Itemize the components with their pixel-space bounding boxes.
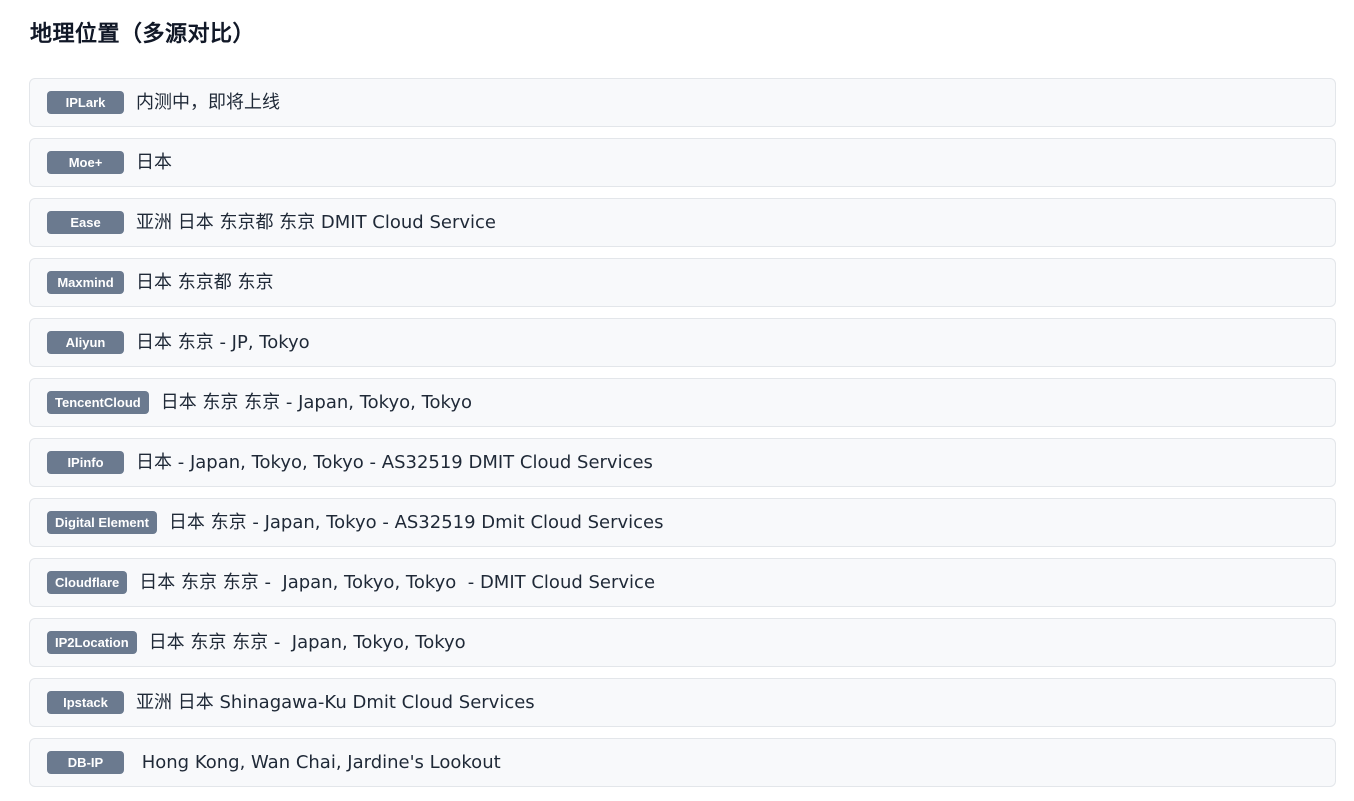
source-badge: Maxmind	[47, 271, 124, 294]
source-row-moe: Moe+ 日本	[29, 138, 1336, 187]
source-badge: TencentCloud	[47, 391, 149, 414]
location-value: 亚洲 日本 东京都 东京 DMIT Cloud Service	[136, 211, 496, 233]
geo-comparison-page: 地理位置（多源对比） IPLark 内测中，即将上线 Moe+ 日本 Ease …	[0, 0, 1354, 801]
location-value: 日本 东京都 东京	[136, 271, 274, 293]
location-value: 亚洲 日本 Shinagawa-Ku Dmit Cloud Services	[136, 691, 535, 713]
location-value: 日本 东京 - Japan, Tokyo - AS32519 Dmit Clou…	[168, 511, 664, 533]
source-row-ip2location: IP2Location 日本 东京 东京 - Japan, Tokyo, Tok…	[29, 618, 1336, 667]
location-value: 日本	[136, 151, 172, 173]
location-value: 日本 东京 - JP, Tokyo	[136, 331, 310, 353]
source-badge: IPLark	[47, 91, 124, 114]
location-value: 日本 东京 东京 - Japan, Tokyo, Tokyo - DMIT Cl…	[139, 571, 656, 593]
location-value: Hong Kong, Wan Chai, Jardine's Lookout	[136, 751, 501, 773]
source-badge: Aliyun	[47, 331, 124, 354]
source-row-db-ip: DB-IP Hong Kong, Wan Chai, Jardine's Loo…	[29, 738, 1336, 787]
location-value: 日本 - Japan, Tokyo, Tokyo - AS32519 DMIT …	[136, 451, 653, 473]
source-badge: Ipstack	[47, 691, 124, 714]
source-badge: Cloudflare	[47, 571, 128, 594]
source-badge: Ease	[47, 211, 124, 234]
location-value: 内测中，即将上线	[136, 91, 280, 113]
source-row-tencentcloud: TencentCloud 日本 东京 东京 - Japan, Tokyo, To…	[29, 378, 1336, 427]
source-badge: IP2Location	[47, 631, 137, 654]
page-title: 地理位置（多源对比）	[30, 22, 256, 47]
source-list: IPLark 内测中，即将上线 Moe+ 日本 Ease 亚洲 日本 东京都 东…	[29, 78, 1336, 798]
source-badge: DB-IP	[47, 751, 124, 774]
source-badge: IPinfo	[47, 451, 124, 474]
source-row-ipstack: Ipstack 亚洲 日本 Shinagawa-Ku Dmit Cloud Se…	[29, 678, 1336, 727]
source-row-digital-element: Digital Element 日本 东京 - Japan, Tokyo - A…	[29, 498, 1336, 547]
source-row-iplark: IPLark 内测中，即将上线	[29, 78, 1336, 127]
source-row-aliyun: Aliyun 日本 东京 - JP, Tokyo	[29, 318, 1336, 367]
location-value: 日本 东京 东京 - Japan, Tokyo, Tokyo	[148, 631, 466, 653]
source-row-cloudflare: Cloudflare 日本 东京 东京 - Japan, Tokyo, Toky…	[29, 558, 1336, 607]
source-row-ipinfo: IPinfo 日本 - Japan, Tokyo, Tokyo - AS3251…	[29, 438, 1336, 487]
source-row-ease: Ease 亚洲 日本 东京都 东京 DMIT Cloud Service	[29, 198, 1336, 247]
source-badge: Digital Element	[47, 511, 157, 534]
location-value: 日本 东京 东京 - Japan, Tokyo, Tokyo	[160, 391, 472, 413]
source-row-maxmind: Maxmind 日本 东京都 东京	[29, 258, 1336, 307]
source-badge: Moe+	[47, 151, 124, 174]
